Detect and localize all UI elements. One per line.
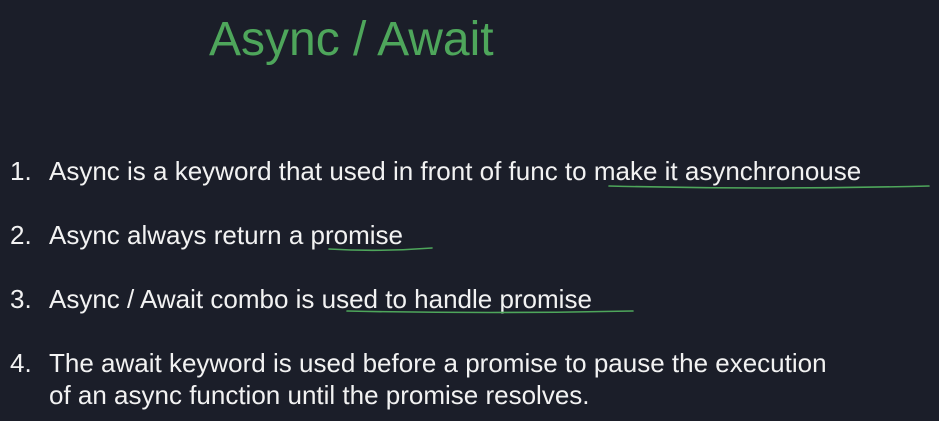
- list-item-number: 3.: [10, 284, 32, 314]
- list-item-text-continuation: of an async function until the promise r…: [49, 380, 590, 410]
- list-item-number: 2.: [10, 220, 32, 250]
- slide-title: Async / Await: [209, 13, 494, 66]
- list-item-text: Async / Await combo is used to handle pr…: [49, 284, 592, 314]
- slide: Async / Await 1. Async is a keyword that…: [0, 0, 939, 421]
- list-item-text: The await keyword is used before a promi…: [49, 348, 827, 378]
- list-item-text: Async always return a promise: [49, 220, 404, 250]
- list-item-number: 4.: [10, 348, 32, 378]
- list-item-number: 1.: [10, 156, 32, 186]
- list-item-text: Async is a keyword that used in front of…: [49, 156, 862, 186]
